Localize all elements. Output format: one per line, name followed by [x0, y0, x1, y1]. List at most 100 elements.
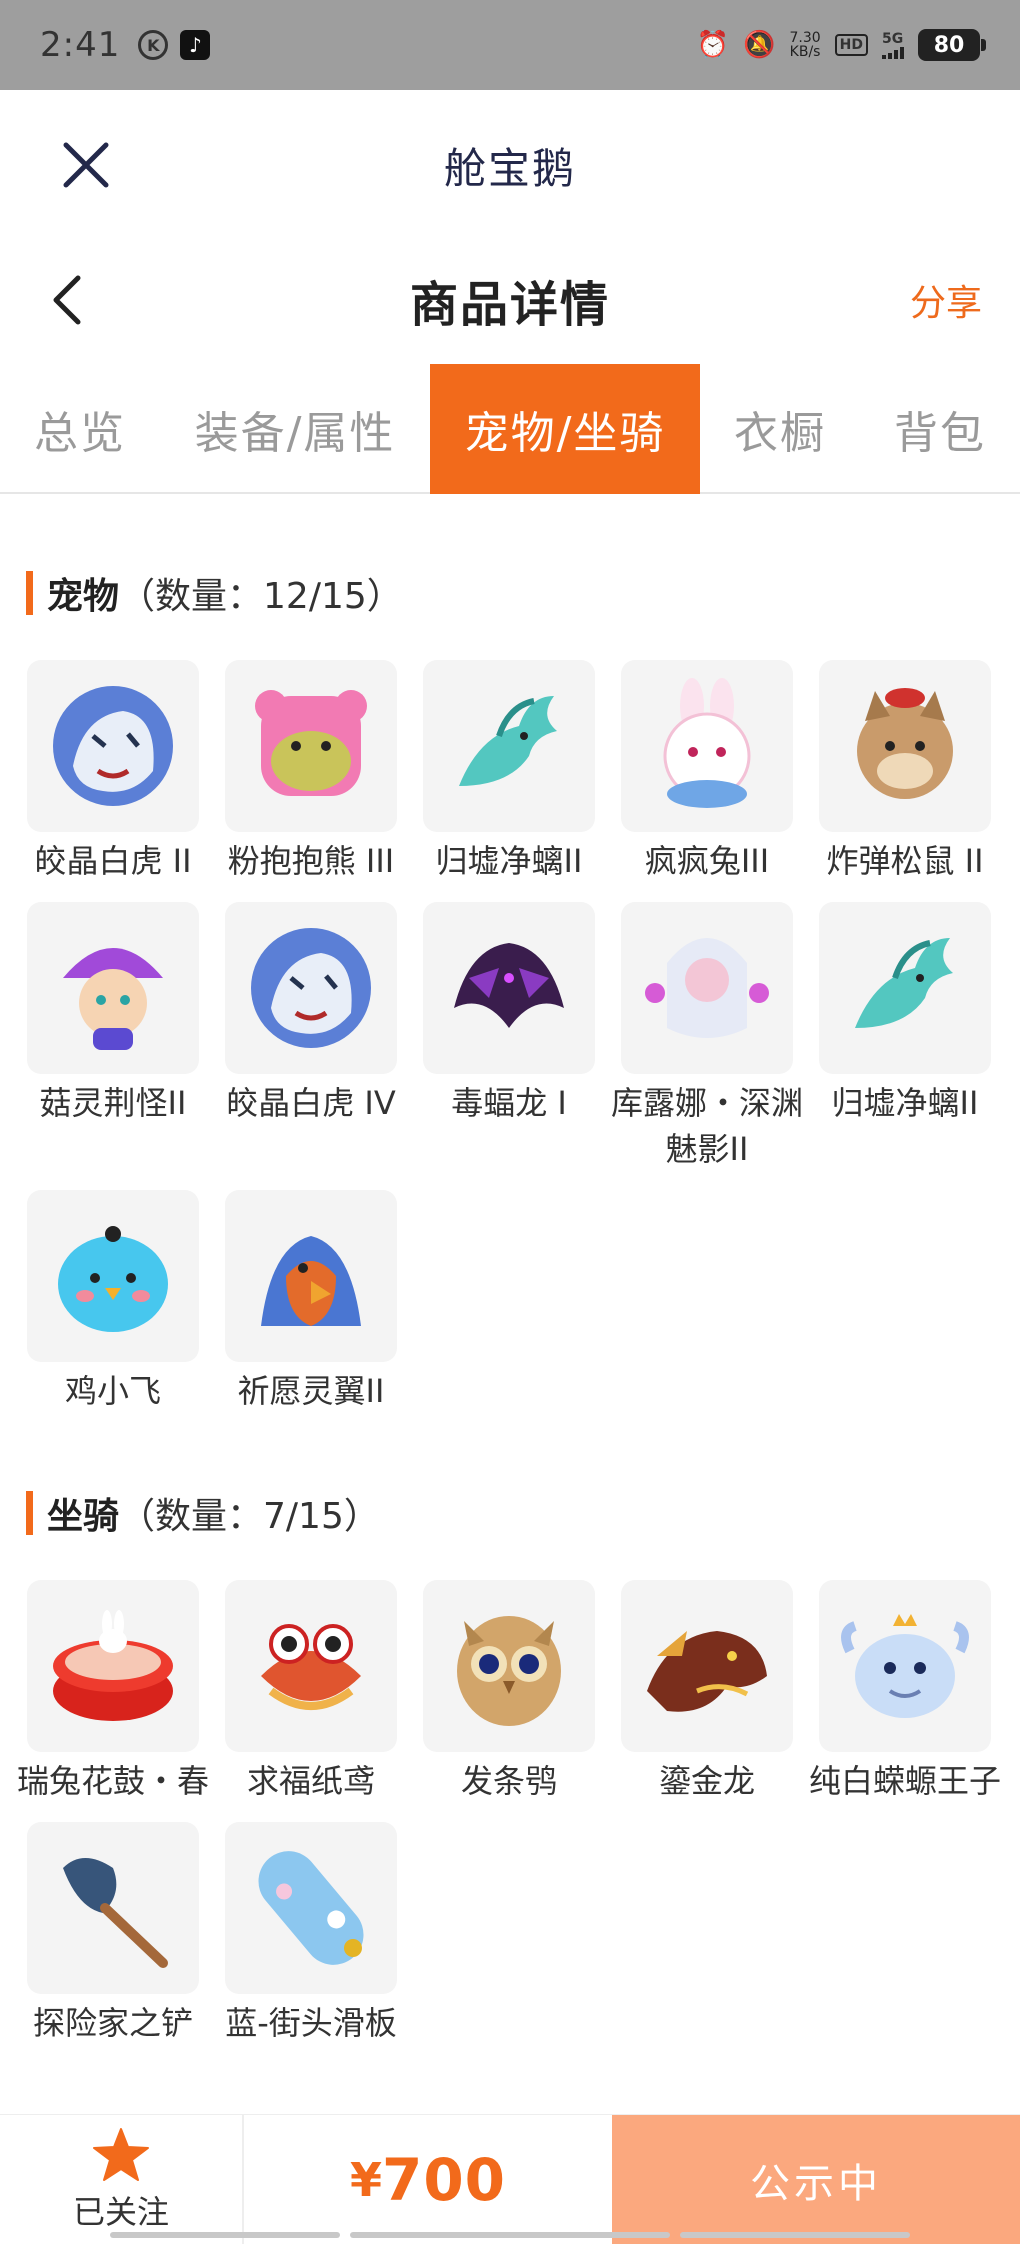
mount-name: 求福纸鸢	[246, 1762, 375, 1800]
tab-bar: 总览 装备/属性 宠物/坐骑 衣橱 背包	[0, 364, 1020, 494]
home-indicator	[680, 2232, 910, 2238]
mount-item[interactable]: 鎏金龙	[621, 1580, 793, 1804]
battery-icon: 80	[918, 29, 986, 61]
mount-thumbnail	[225, 1580, 397, 1752]
explorer-shovel-icon	[63, 1858, 168, 1968]
k-app-icon: K	[138, 30, 169, 60]
home-indicator	[110, 2232, 340, 2238]
close-icon[interactable]	[56, 135, 116, 195]
network-type: 5G	[882, 31, 904, 47]
mount-thumbnail	[621, 1580, 793, 1752]
crazy-rabbit-icon	[663, 678, 751, 808]
pet-thumbnail	[423, 902, 595, 1074]
pet-item[interactable]: 疯疯兔III	[621, 660, 793, 884]
mount-name: 发条鸮	[460, 1762, 557, 1800]
blue-chick-icon	[58, 1226, 168, 1332]
mount-thumbnail	[27, 1580, 199, 1752]
mounts-grid: 瑞兔花鼓・春 求福纸鸢 发条鸮 鎏金龙 纯白蝾螈王子探险家之铲 蓝-街头滑板	[17, 1580, 1001, 2046]
bottom-action-bar: 已关注 ¥ 700 公示中	[0, 2114, 1020, 2244]
mount-item[interactable]: 发条鸮	[423, 1580, 595, 1804]
pet-item[interactable]: 库露娜・深渊魅影II	[611, 902, 803, 1172]
status-bar: 2:41 K ♪ ⏰ 🔕 7.30 KB/s HD 5G 80	[0, 0, 1020, 90]
back-arrow-icon[interactable]	[40, 270, 100, 330]
pet-thumbnail	[27, 1190, 199, 1362]
pet-thumbnail	[423, 660, 595, 832]
mount-item[interactable]: 瑞兔花鼓・春	[17, 1580, 209, 1804]
pet-thumbnail	[225, 1190, 397, 1362]
mount-name: 鎏金龙	[658, 1762, 755, 1800]
app-title: 舱宝鹅	[443, 143, 576, 193]
mount-name: 瑞兔花鼓・春	[16, 1762, 209, 1800]
teal-dragon-icon	[459, 696, 557, 786]
app-root: 2:41 K ♪ ⏰ 🔕 7.30 KB/s HD 5G 80 舱宝鹅 商品详情…	[0, 0, 1020, 2244]
mount-item[interactable]: 探险家之铲	[27, 1822, 199, 2046]
tab-wardrobe[interactable]: 衣橱	[700, 364, 860, 494]
pets-section-count: （数量：12/15）	[119, 576, 403, 617]
status-icons: ⏰ 🔕 7.30 KB/s HD 5G 80	[697, 0, 986, 90]
mount-item[interactable]: 求福纸鸢	[225, 1580, 397, 1804]
pet-item[interactable]: 毒蝠龙 I	[423, 902, 595, 1172]
pink-bear-icon	[255, 690, 367, 796]
mushroom-sprite-icon	[63, 948, 163, 1050]
status-time: 2:41	[40, 25, 121, 65]
tiktok-icon: ♪	[180, 30, 211, 60]
goldfish-kite-icon	[261, 1624, 361, 1710]
pet-name: 炸弹松鼠 II	[826, 842, 984, 880]
mount-name: 纯白蝾螈王子	[808, 1762, 1001, 1800]
pet-name: 皎晶白虎 II	[34, 842, 192, 880]
gilded-dragon-icon	[647, 1631, 767, 1712]
pet-item[interactable]: 皎晶白虎 IV	[225, 902, 397, 1172]
pet-item[interactable]: 鸡小飞	[27, 1190, 199, 1414]
pet-name: 归墟净螭II	[435, 842, 583, 880]
signal-icon: 5G	[882, 31, 904, 59]
pet-name: 归墟净螭II	[831, 1084, 979, 1122]
pet-item[interactable]: 归墟净螭II	[819, 902, 991, 1172]
section-accent-bar	[26, 1491, 33, 1535]
tab-backpack[interactable]: 背包	[860, 364, 1020, 494]
home-indicator	[350, 2232, 670, 2238]
rabbit-drum-icon	[53, 1610, 173, 1721]
bomb-squirrel-icon	[857, 688, 953, 799]
pet-item[interactable]: 炸弹松鼠 II	[819, 660, 991, 884]
pet-item[interactable]: 归墟净螭II	[423, 660, 595, 884]
white-tiger-icon	[53, 686, 173, 806]
mount-item[interactable]: 蓝-街头滑板	[225, 1822, 397, 2046]
mounts-section-title: 坐骑	[47, 1496, 120, 1537]
pet-name: 毒蝠龙 I	[451, 1084, 567, 1122]
price-currency: ¥	[349, 2153, 382, 2207]
mount-item[interactable]: 纯白蝾螈王子	[809, 1580, 1001, 1804]
follow-button[interactable]: 已关注	[0, 2115, 244, 2244]
publicity-status-button[interactable]: 公示中	[612, 2115, 1020, 2244]
network-speed-unit: KB/s	[789, 44, 821, 60]
pet-thumbnail	[819, 902, 991, 1074]
mounts-section-header: 坐骑 （数量：7/15）	[26, 1488, 380, 1538]
pet-name: 祈愿灵翼II	[237, 1372, 385, 1410]
mount-thumbnail	[225, 1822, 397, 1994]
pet-item[interactable]: 祈愿灵翼II	[225, 1190, 397, 1414]
tab-overview[interactable]: 总览	[0, 364, 160, 494]
price: ¥ 700	[244, 2115, 612, 2244]
pet-thumbnail	[27, 660, 199, 832]
mute-bell-icon: 🔕	[743, 30, 776, 60]
share-button[interactable]: 分享	[910, 274, 982, 326]
pet-thumbnail	[27, 902, 199, 1074]
bat-dragon-icon	[454, 943, 564, 1028]
hd-icon: HD	[834, 34, 868, 56]
blue-skateboard-icon	[258, 1851, 364, 1965]
app-header: 舱宝鹅	[0, 90, 1020, 240]
pet-name: 疯疯兔III	[644, 842, 770, 880]
pet-name: 库露娜・深渊魅影II	[610, 1084, 803, 1168]
follow-label: 已关注	[72, 2193, 169, 2231]
page-title: 商品详情	[409, 277, 610, 333]
tab-equipment[interactable]: 装备/属性	[160, 364, 430, 494]
pet-thumbnail	[225, 660, 397, 832]
pets-section-header: 宠物 （数量：12/15）	[26, 568, 403, 618]
pet-item[interactable]: 菇灵荆怪II	[27, 902, 199, 1172]
mount-name: 蓝-街头滑板	[225, 2004, 397, 2042]
pet-thumbnail	[621, 660, 793, 832]
pet-name: 菇灵荆怪II	[39, 1084, 187, 1122]
tab-pets-mounts[interactable]: 宠物/坐骑	[430, 364, 700, 494]
price-value: 700	[381, 2146, 507, 2214]
pet-item[interactable]: 皎晶白虎 II	[27, 660, 199, 884]
pet-item[interactable]: 粉抱抱熊 III	[225, 660, 397, 884]
